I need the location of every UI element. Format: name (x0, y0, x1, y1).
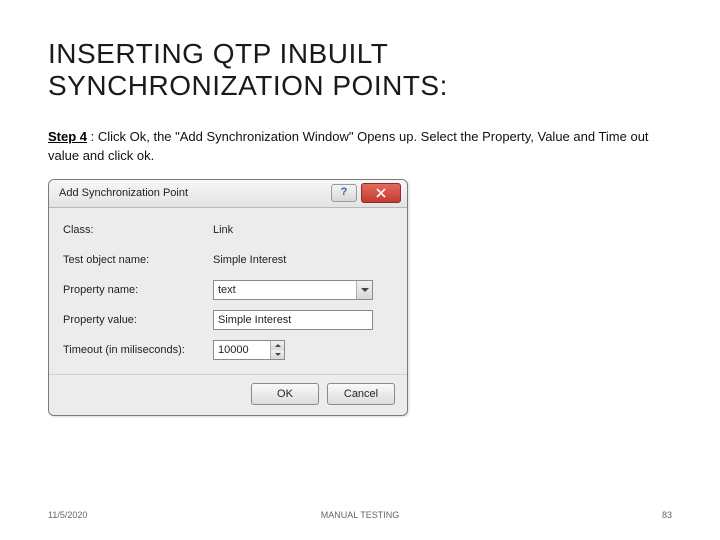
property-name-value: text (218, 284, 236, 296)
add-sync-dialog: Add Synchronization Point ? Class: Link … (48, 179, 408, 416)
dialog-title: Add Synchronization Point (59, 187, 188, 199)
timeout-value: 10000 (214, 344, 270, 356)
page-title: INSERTING QTP INBUILT SYNCHRONIZATION PO… (48, 38, 672, 102)
step-description: Step 4 : Click Ok, the "Add Synchronizat… (48, 128, 672, 164)
timeout-label: Timeout (in miliseconds): (63, 344, 213, 356)
footer-center: MANUAL TESTING (321, 510, 400, 520)
titlebar-buttons: ? (331, 183, 401, 203)
close-icon (376, 188, 386, 198)
property-name-label: Property name: (63, 284, 213, 296)
property-value-text: Simple Interest (218, 314, 291, 326)
class-value: Link (213, 224, 233, 236)
object-name-value: Simple Interest (213, 254, 286, 266)
footer-date: 11/5/2020 (48, 510, 87, 520)
step-label: Step 4 (48, 129, 87, 144)
spin-up-icon[interactable] (271, 341, 284, 350)
cancel-button[interactable]: Cancel (327, 383, 395, 405)
spin-down-icon[interactable] (271, 350, 284, 359)
slide-footer: 11/5/2020 MANUAL TESTING 83 (48, 510, 672, 520)
footer-page: 83 (662, 510, 672, 520)
close-button[interactable] (361, 183, 401, 203)
dialog-footer: OK Cancel (49, 374, 407, 415)
dialog-body: Class: Link Test object name: Simple Int… (49, 208, 407, 374)
step-body: : Click Ok, the "Add Synchronization Win… (48, 129, 649, 162)
property-value-input[interactable]: Simple Interest (213, 310, 373, 330)
timeout-spinner[interactable]: 10000 (213, 340, 285, 360)
class-label: Class: (63, 224, 213, 236)
spinner-buttons (270, 341, 284, 359)
ok-button[interactable]: OK (251, 383, 319, 405)
property-name-combo[interactable]: text (213, 280, 373, 300)
dialog-titlebar: Add Synchronization Point ? (49, 180, 407, 208)
object-name-label: Test object name: (63, 254, 213, 266)
chevron-down-icon[interactable] (356, 281, 372, 299)
property-value-label: Property value: (63, 314, 213, 326)
help-button[interactable]: ? (331, 184, 357, 202)
